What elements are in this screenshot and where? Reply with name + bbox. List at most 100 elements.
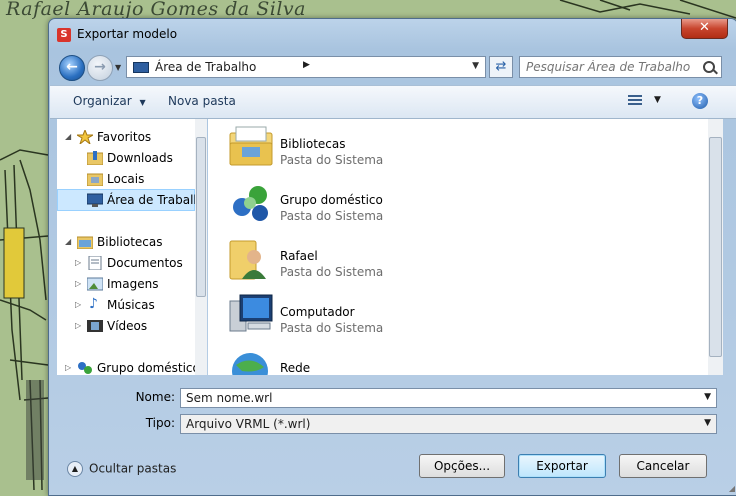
nav-item-locais[interactable]: Locais — [57, 169, 195, 189]
hide-folders-label: Ocultar pastas — [89, 461, 177, 476]
music-icon: ♪ — [89, 296, 98, 312]
expand-icon[interactable]: ▷ — [75, 321, 81, 330]
nav-item-grupo-domestico[interactable]: ▷ Grupo doméstico — [57, 358, 200, 378]
title-bar[interactable]: S Exportar modelo ✕ — [49, 19, 736, 49]
organize-label: Organizar — [73, 94, 132, 108]
nav-item-downloads[interactable]: Downloads — [57, 148, 195, 168]
homegroup-icon — [78, 362, 92, 374]
address-bar[interactable]: Área de Trabalho ▶ ▼ — [126, 56, 486, 78]
expand-icon[interactable]: ▷ — [65, 363, 71, 372]
navigation-scrollbar[interactable] — [195, 119, 207, 375]
organize-menu[interactable]: Organizar ▼ — [73, 94, 146, 108]
file-type-select[interactable]: Arquivo VRML (*.wrl) ▼ — [180, 414, 717, 434]
file-list-scrollbar[interactable] — [708, 119, 723, 375]
hide-folders-toggle[interactable]: ▲ Ocultar pastas — [67, 461, 176, 477]
recent-places-icon — [87, 173, 103, 186]
file-item-bibliotecas[interactable]: Bibliotecas Pasta do Sistema — [228, 125, 548, 177]
collapse-icon[interactable]: ◢ — [65, 132, 71, 141]
expand-icon[interactable]: ▷ — [75, 279, 81, 288]
nav-item-bibliotecas[interactable]: ◢ Bibliotecas — [57, 232, 195, 252]
refresh-button[interactable]: ⇄ — [489, 56, 513, 78]
expand-icon[interactable]: ▷ — [75, 300, 81, 309]
nav-item-label: Imagens — [107, 277, 159, 291]
help-icon[interactable]: ? — [692, 93, 708, 109]
downloads-folder-icon — [87, 151, 103, 165]
homegroup-icon — [233, 186, 268, 221]
chevron-down-icon[interactable]: ▼ — [704, 418, 711, 428]
nav-item-label: Vídeos — [107, 319, 148, 333]
file-name: Computador — [280, 305, 355, 319]
navigation-pane: ◢ Favoritos Downloads Locais Área de Tra… — [57, 119, 201, 378]
file-type: Pasta do Sistema — [280, 209, 384, 223]
export-button[interactable]: Exportar — [518, 454, 606, 478]
nav-item-label: Músicas — [107, 298, 155, 312]
file-item-grupo-domestico[interactable]: Grupo doméstico Pasta do Sistema — [228, 181, 548, 233]
file-name: Grupo doméstico — [280, 193, 383, 207]
file-type: Pasta do Sistema — [280, 321, 384, 335]
network-icon — [232, 353, 268, 375]
options-button[interactable]: Opções... — [419, 454, 505, 478]
nav-item-area-de-trabalho[interactable]: Área de Trabalh — [57, 189, 201, 211]
file-name: Bibliotecas — [280, 137, 346, 151]
file-type: Pasta do Sistema — [280, 153, 384, 167]
scrollbar-thumb[interactable] — [709, 137, 722, 357]
command-toolbar: Organizar ▼ Nova pasta ▼ ? — [50, 85, 736, 119]
nav-item-musicas[interactable]: ▷ ♪ Músicas — [57, 295, 195, 315]
nav-item-label: Área de Trabalh — [107, 193, 202, 207]
sketchup-app-icon: S — [57, 28, 71, 42]
file-item-computador[interactable]: Computador Pasta do Sistema — [228, 293, 548, 345]
back-button[interactable]: ← — [59, 55, 85, 81]
desktop-icon — [87, 193, 103, 207]
name-label: Nome: — [135, 390, 175, 404]
expand-icon[interactable]: ▷ — [75, 258, 81, 267]
chevron-up-icon: ▲ — [67, 461, 83, 477]
nav-item-label: Downloads — [107, 151, 173, 165]
forward-button[interactable]: → — [87, 55, 113, 81]
file-type-value: Arquivo VRML (*.wrl) — [186, 417, 311, 431]
search-input[interactable] — [524, 59, 698, 75]
computer-icon — [229, 294, 273, 332]
star-icon — [77, 130, 93, 144]
chevron-down-icon[interactable]: ▼ — [704, 392, 711, 402]
close-button[interactable]: ✕ — [681, 19, 728, 39]
views-dropdown-icon[interactable]: ▼ — [654, 95, 661, 105]
desktop-icon — [133, 62, 149, 73]
nav-item-label: Favoritos — [97, 130, 152, 144]
nav-item-videos[interactable]: ▷ Vídeos — [57, 316, 195, 336]
address-location[interactable]: Área de Trabalho — [155, 60, 256, 74]
chevron-down-icon: ▼ — [139, 98, 146, 107]
search-box[interactable] — [519, 56, 722, 78]
type-label: Tipo: — [145, 416, 175, 430]
address-dropdown-icon[interactable]: ▼ — [472, 61, 479, 71]
file-name-value[interactable]: Sem nome.wrl — [186, 391, 272, 405]
file-item-rafael[interactable]: Rafael Pasta do Sistema — [228, 237, 548, 289]
nav-item-favoritos[interactable]: ◢ Favoritos — [57, 127, 195, 147]
nav-item-imagens[interactable]: ▷ Imagens — [57, 274, 195, 294]
documents-icon — [88, 256, 102, 270]
scrollbar-thumb[interactable] — [196, 137, 206, 297]
pictures-icon — [87, 277, 103, 291]
nav-item-label: Grupo doméstico — [97, 361, 200, 375]
libraries-icon — [229, 126, 273, 166]
user-folder-icon — [229, 240, 266, 280]
file-name: Rafael — [280, 249, 318, 263]
breadcrumb-arrow-icon[interactable]: ▶ — [303, 60, 310, 70]
cancel-button[interactable]: Cancelar — [619, 454, 707, 478]
file-item-rede[interactable]: Rede — [228, 349, 548, 375]
history-dropdown-icon[interactable]: ▼ — [115, 63, 121, 72]
file-name: Rede — [280, 361, 311, 375]
file-name-field[interactable]: Sem nome.wrl ▼ — [180, 388, 717, 408]
nav-item-label: Documentos — [107, 256, 183, 270]
views-icon[interactable] — [628, 95, 642, 107]
new-folder-button[interactable]: Nova pasta — [168, 94, 236, 108]
file-type: Pasta do Sistema — [280, 265, 384, 279]
nav-item-label: Bibliotecas — [97, 235, 163, 249]
nav-item-documentos[interactable]: ▷ Documentos — [57, 253, 195, 273]
search-icon[interactable] — [703, 61, 715, 73]
collapse-icon[interactable]: ◢ — [65, 237, 71, 246]
export-dialog: S Exportar modelo ✕ ← → ▼ Área de Trabal… — [48, 18, 736, 496]
window-title: Exportar modelo — [77, 27, 178, 41]
file-list: Bibliotecas Pasta do Sistema Grupo domés… — [208, 119, 708, 375]
libraries-icon — [77, 236, 93, 249]
videos-icon — [87, 320, 103, 332]
